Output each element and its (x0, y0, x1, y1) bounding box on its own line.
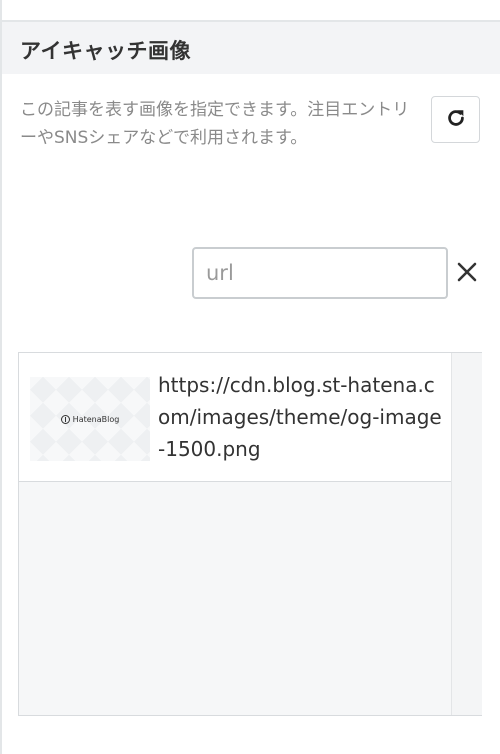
hatena-blog-logo: HatenaBlog (60, 414, 120, 424)
close-icon (457, 262, 477, 286)
refresh-button[interactable] (431, 96, 480, 143)
image-url-text: https://cdn.blog.st-hatena.com/images/th… (158, 373, 442, 461)
refresh-icon (445, 107, 467, 133)
image-list-item[interactable]: HatenaBlog https://cdn.blog.st-hatena.co… (19, 353, 451, 482)
description-text: この記事を表す画像を指定できます。注目エントリーやSNSシェアなどで利用されます… (20, 100, 410, 148)
url-input[interactable] (192, 247, 448, 299)
section-title: アイキャッチ画像 (20, 39, 191, 63)
image-thumbnail: HatenaBlog (30, 377, 150, 461)
image-list: HatenaBlog https://cdn.blog.st-hatena.co… (18, 352, 482, 716)
thumbnail-logo-text: HatenaBlog (72, 414, 120, 424)
clear-button[interactable] (455, 262, 479, 286)
hatena-logo-icon (60, 414, 70, 424)
panel-left-border (0, 0, 2, 754)
list-scrollbar[interactable] (451, 353, 482, 715)
section-header: アイキャッチ画像 (2, 22, 500, 74)
